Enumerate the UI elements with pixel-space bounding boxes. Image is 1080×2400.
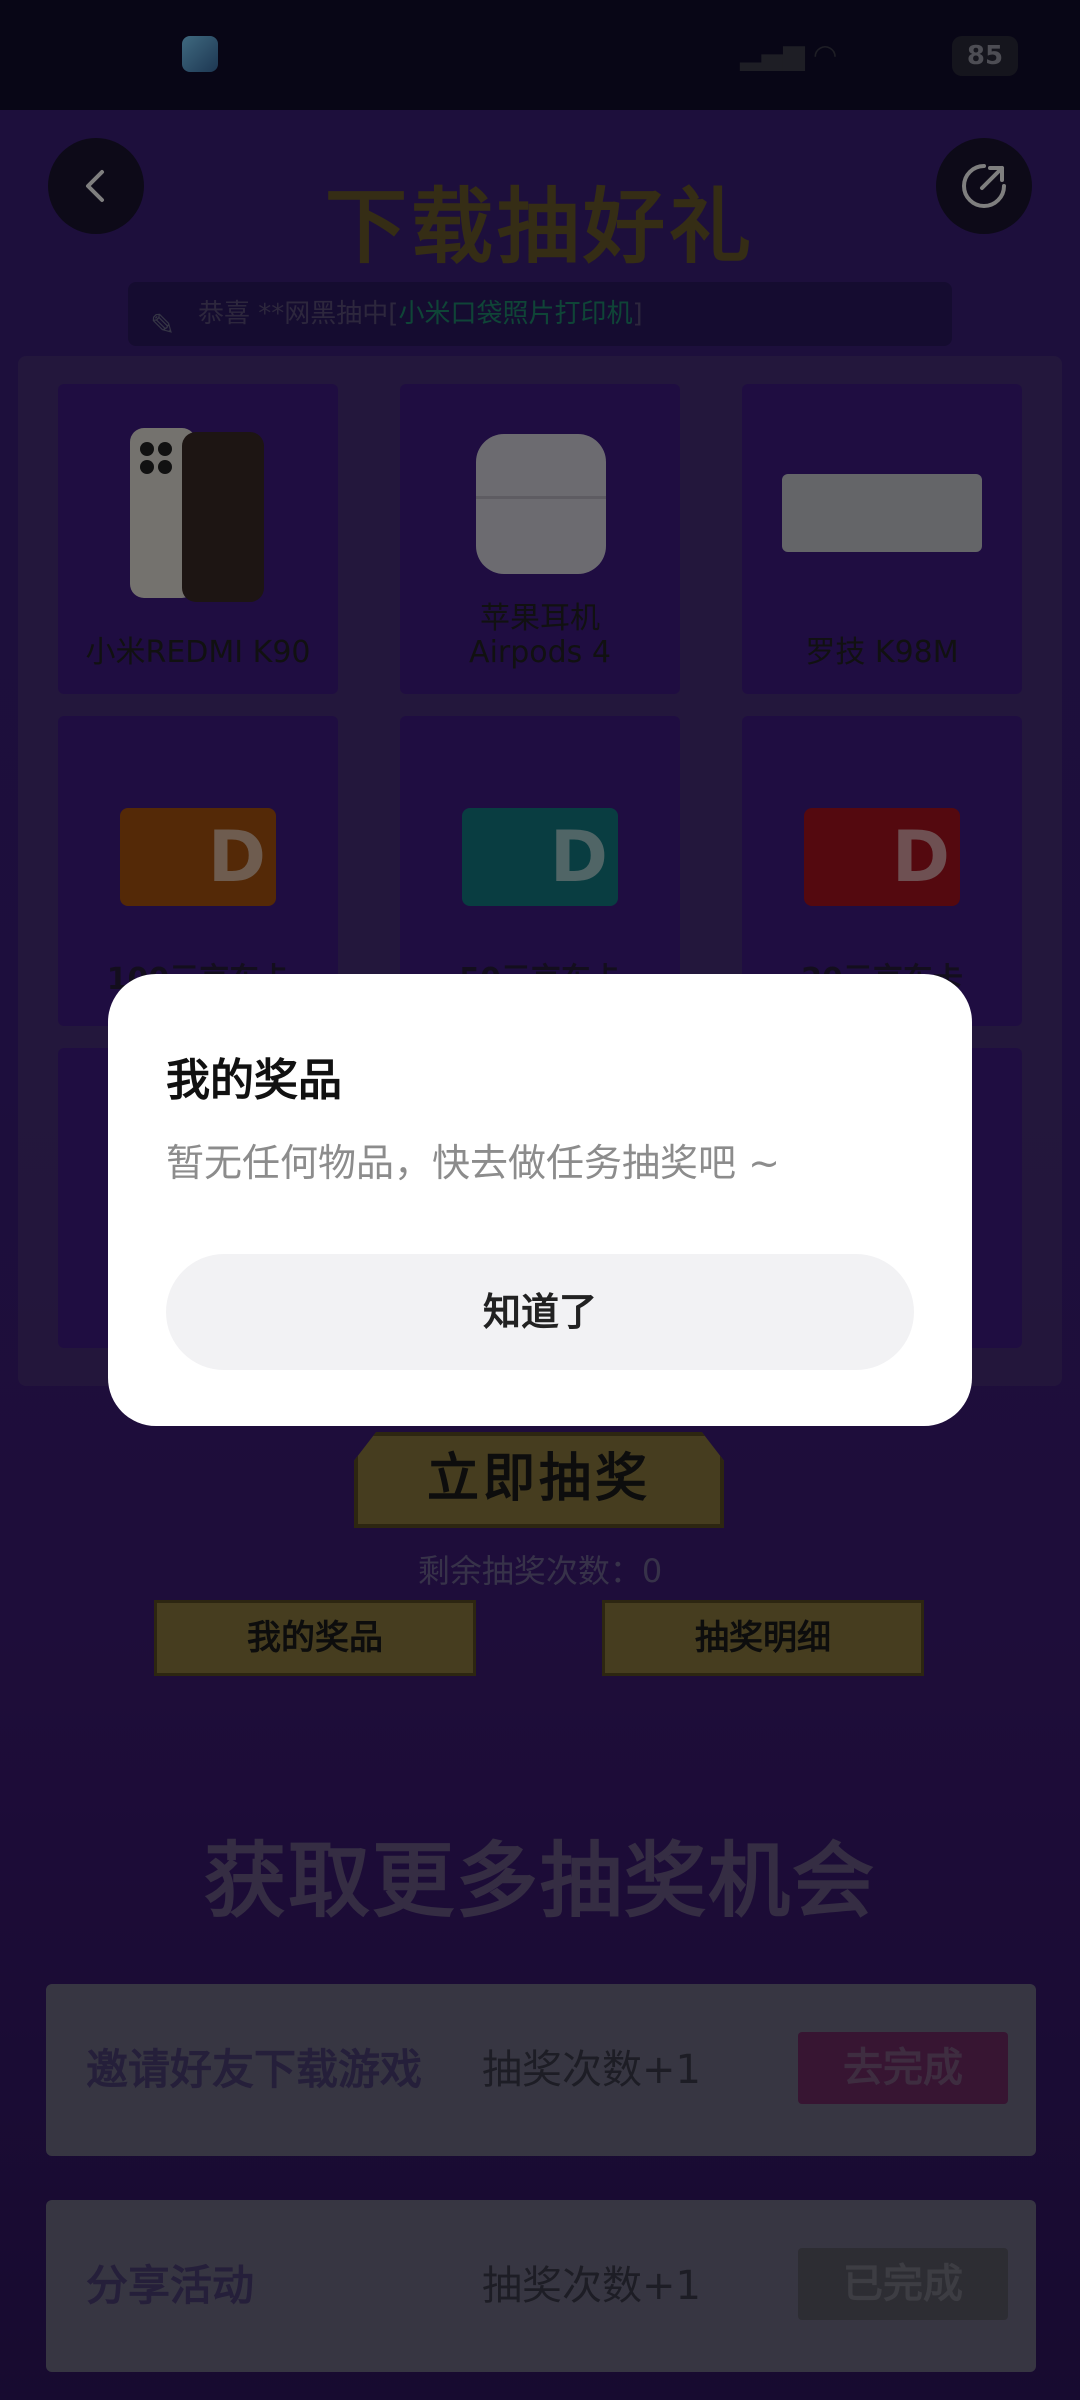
my-prizes-dialog: 我的奖品 暂无任何物品，快去做任务抽奖吧 ~ 知道了 <box>108 974 972 1426</box>
dialog-message: 暂无任何物品，快去做任务抽奖吧 ~ <box>166 1141 780 1185</box>
dialog-title: 我的奖品 <box>166 1055 342 1106</box>
dialog-ok-button[interactable]: 知道了 <box>166 1254 914 1370</box>
